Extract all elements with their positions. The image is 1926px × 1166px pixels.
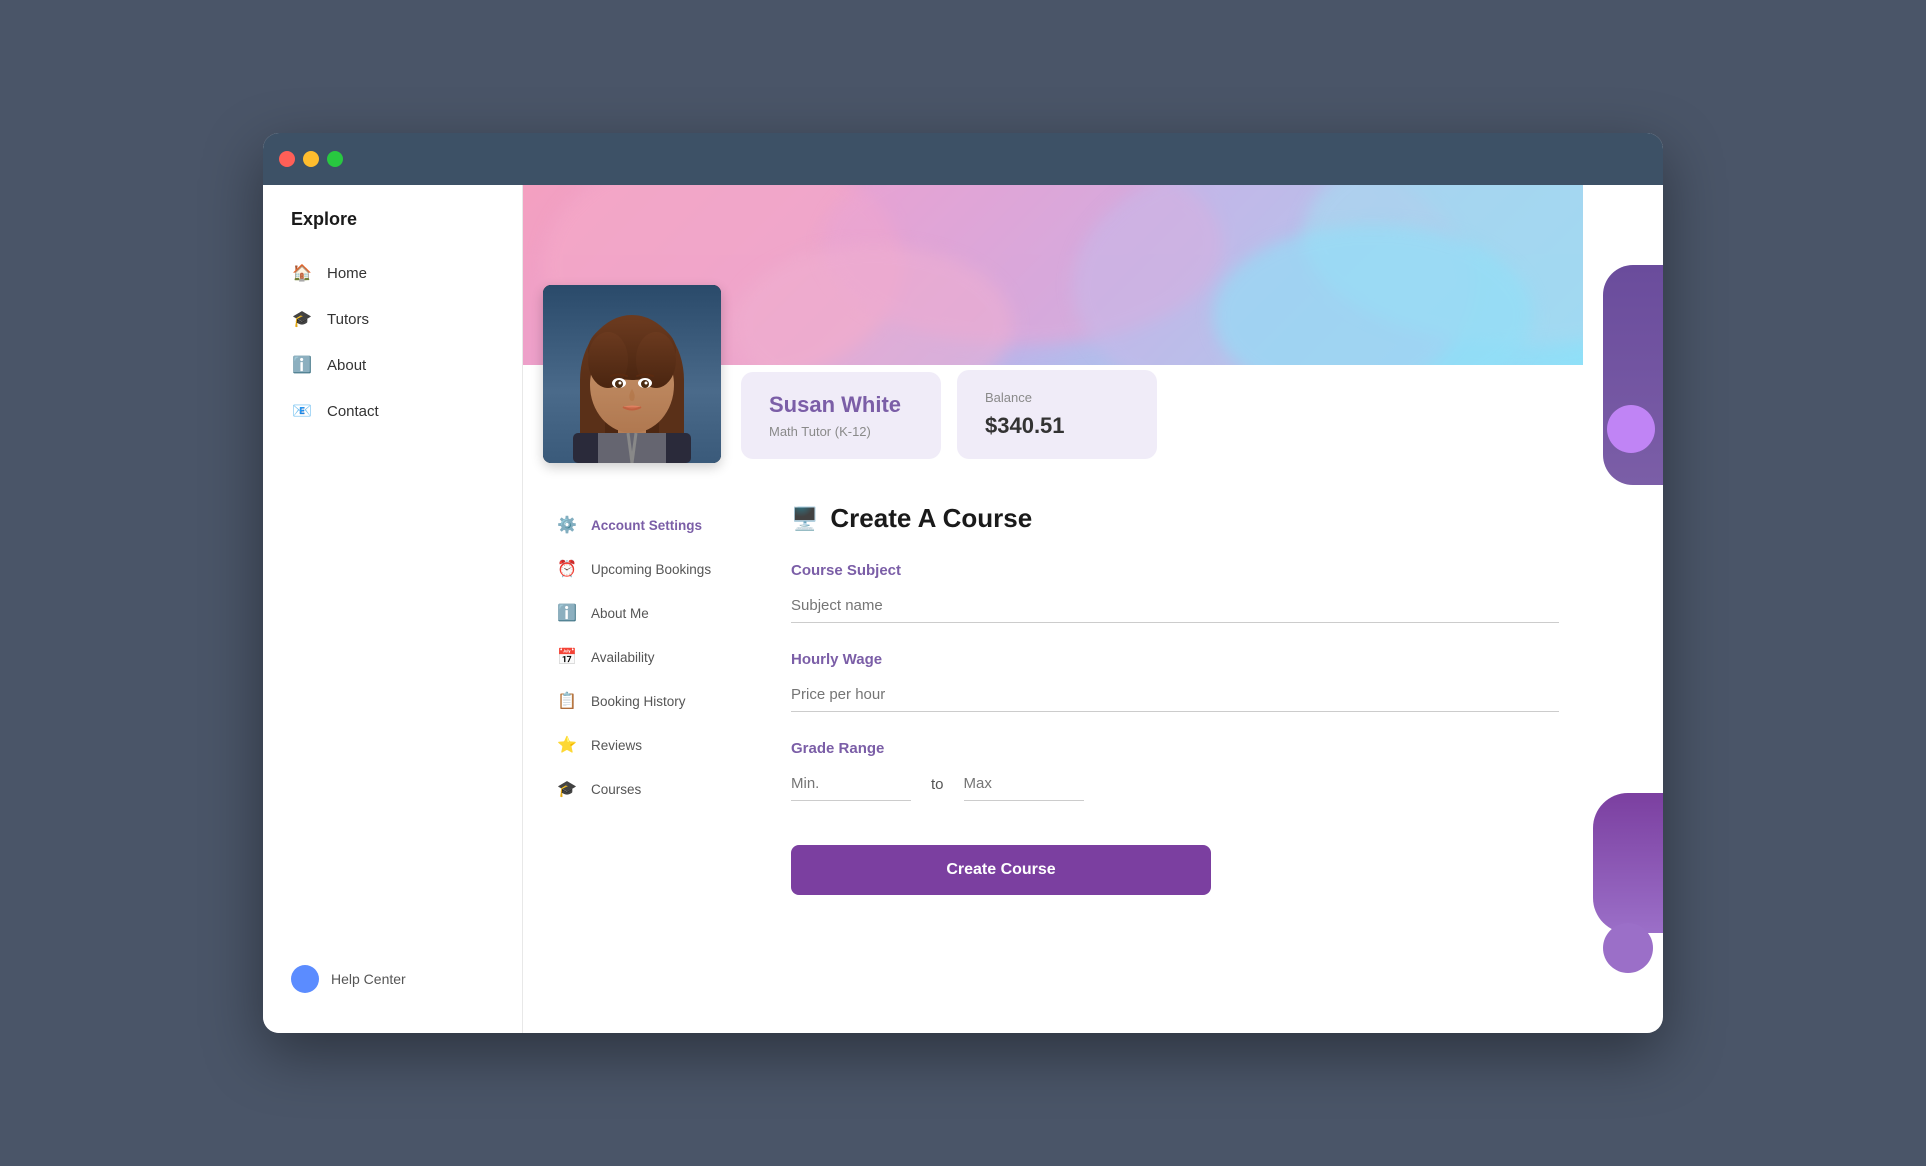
about-icon: ℹ️	[291, 354, 313, 376]
grade-max-input[interactable]	[964, 767, 1084, 801]
account-settings-item[interactable]: ⚙️ Account Settings	[547, 503, 767, 547]
list-icon: 📋	[555, 689, 579, 713]
courses-label: Courses	[591, 782, 641, 797]
help-center-item[interactable]: Help Center	[263, 949, 522, 1009]
course-subject-group: Course Subject	[791, 562, 1559, 623]
content-area: Susan White Math Tutor (K-12) Balance $3…	[523, 185, 1583, 1033]
balance-card: Balance $340.51	[957, 370, 1157, 459]
booking-history-label: Booking History	[591, 694, 686, 709]
home-icon: 🏠	[291, 262, 313, 284]
reviews-item[interactable]: ⭐ Reviews	[547, 723, 767, 767]
close-button[interactable]	[279, 151, 295, 167]
grade-to-label: to	[931, 776, 944, 793]
deco-blob	[1593, 793, 1663, 933]
sidebar-nav: 🏠 Home 🎓 Tutors ℹ️ About 📧 Contact	[263, 250, 522, 949]
contact-icon: 📧	[291, 400, 313, 422]
courses-icon: 🎓	[555, 777, 579, 801]
grade-range-inputs: to	[791, 767, 1559, 801]
deco-heart	[1603, 923, 1653, 973]
calendar-icon: 📅	[555, 645, 579, 669]
info-icon: ℹ️	[555, 601, 579, 625]
clock-icon: ⏰	[555, 557, 579, 581]
sidebar-item-contact[interactable]: 📧 Contact	[263, 388, 522, 434]
settings-icon: ⚙️	[555, 513, 579, 537]
form-area: 🖥️ Create A Course Course Subject Hourly…	[791, 503, 1559, 895]
right-decoration	[1583, 185, 1663, 1033]
upcoming-bookings-item[interactable]: ⏰ Upcoming Bookings	[547, 547, 767, 591]
booking-history-item[interactable]: 📋 Booking History	[547, 679, 767, 723]
grade-range-group: Grade Range to	[791, 740, 1559, 801]
main-content: Susan White Math Tutor (K-12) Balance $3…	[523, 185, 1663, 1033]
sidebar-item-tutors-label: Tutors	[327, 311, 369, 328]
course-subject-input[interactable]	[791, 589, 1559, 623]
availability-item[interactable]: 📅 Availability	[547, 635, 767, 679]
sidebar-item-about[interactable]: ℹ️ About	[263, 342, 522, 388]
form-header: 🖥️ Create A Course	[791, 503, 1559, 534]
about-me-label: About Me	[591, 606, 649, 621]
sidebar-item-tutors[interactable]: 🎓 Tutors	[263, 296, 522, 342]
create-course-button[interactable]: Create Course	[791, 845, 1211, 895]
about-me-item[interactable]: ℹ️ About Me	[547, 591, 767, 635]
sidebar: Explore 🏠 Home 🎓 Tutors ℹ️ About 📧 Conta…	[263, 185, 523, 1033]
star-icon: ⭐	[555, 733, 579, 757]
sidebar-item-home[interactable]: 🏠 Home	[263, 250, 522, 296]
tutors-icon: 🎓	[291, 308, 313, 330]
name-card: Susan White Math Tutor (K-12)	[741, 372, 941, 459]
help-center-label: Help Center	[331, 971, 406, 987]
availability-label: Availability	[591, 650, 655, 665]
sidebar-item-contact-label: Contact	[327, 403, 379, 420]
page-content: ⚙️ Account Settings ⏰ Upcoming Bookings …	[523, 483, 1583, 935]
deco-circle-1	[1607, 405, 1655, 453]
maximize-button[interactable]	[327, 151, 343, 167]
upcoming-bookings-label: Upcoming Bookings	[591, 562, 711, 577]
courses-item[interactable]: 🎓 Courses	[547, 767, 767, 811]
app-body: Explore 🏠 Home 🎓 Tutors ℹ️ About 📧 Conta…	[263, 185, 1663, 1033]
reviews-label: Reviews	[591, 738, 642, 753]
sidebar-item-about-label: About	[327, 357, 366, 374]
profile-info-cards: Susan White Math Tutor (K-12) Balance $3…	[741, 365, 1157, 463]
hourly-wage-group: Hourly Wage	[791, 651, 1559, 712]
profile-title: Math Tutor (K-12)	[769, 424, 913, 439]
balance-amount: $340.51	[985, 413, 1129, 439]
profile-section: Susan White Math Tutor (K-12) Balance $3…	[523, 285, 1583, 483]
profile-name: Susan White	[769, 392, 913, 418]
explore-label: Explore	[263, 209, 522, 250]
sidebar-item-home-label: Home	[327, 265, 367, 282]
hourly-wage-label: Hourly Wage	[791, 651, 1559, 668]
minimize-button[interactable]	[303, 151, 319, 167]
grade-min-input[interactable]	[791, 767, 911, 801]
account-settings-label: Account Settings	[591, 518, 702, 533]
account-sidebar: ⚙️ Account Settings ⏰ Upcoming Bookings …	[547, 503, 767, 895]
avatar	[543, 285, 721, 463]
help-dot-icon	[291, 965, 319, 993]
app-window: Explore 🏠 Home 🎓 Tutors ℹ️ About 📧 Conta…	[263, 133, 1663, 1033]
balance-label: Balance	[985, 390, 1129, 405]
course-subject-label: Course Subject	[791, 562, 1559, 579]
form-title: Create A Course	[830, 503, 1032, 534]
hourly-wage-input[interactable]	[791, 678, 1559, 712]
grade-range-label: Grade Range	[791, 740, 1559, 757]
form-header-icon: 🖥️	[791, 506, 818, 532]
titlebar	[263, 133, 1663, 185]
